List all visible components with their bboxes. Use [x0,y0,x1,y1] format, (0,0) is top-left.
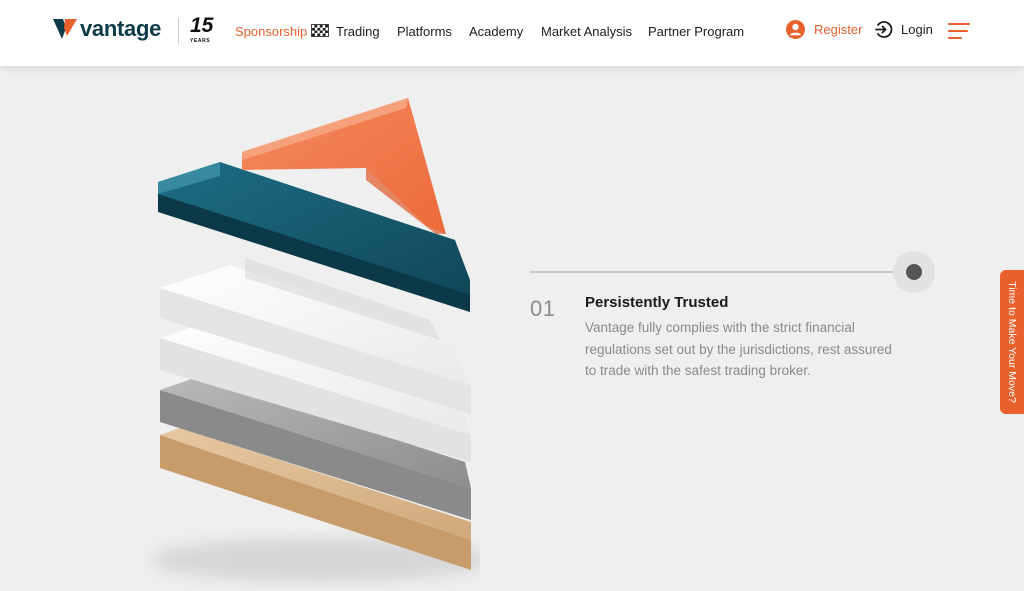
user-circle-icon [786,20,805,39]
feature-description: Vantage fully complies with the strict f… [585,320,892,378]
register-button[interactable]: Register [786,20,862,39]
menu-line [948,37,962,39]
feature-title: Persistently Trusted [585,294,729,311]
nav-partner-program[interactable]: Partner Program [648,24,744,39]
vantage-v-logo-icon [53,19,77,39]
badge-number: 15 [190,14,214,37]
side-tab-label: Time to Make Your Move? [1006,281,1018,403]
logo-divider [178,18,179,44]
anniversary-badge: 15 YEARS [190,14,214,46]
menu-line [948,23,970,25]
hamburger-menu-icon[interactable] [948,22,970,40]
timeline-line [530,271,910,273]
timeline-step-indicator[interactable] [893,251,935,293]
nav-trading[interactable]: Trading [336,24,380,39]
timeline-dot [906,264,922,280]
time-to-move-side-tab[interactable]: Time to Make Your Move? [1000,270,1024,414]
nav-platforms[interactable]: Platforms [397,24,452,39]
layered-v-illustration [150,98,480,582]
login-button[interactable]: Login [874,20,933,39]
step-number: 01 [530,296,556,321]
nav-market-analysis[interactable]: Market Analysis [541,24,632,39]
logo-wordmark: vantage [80,16,162,41]
nav-sponsorship-label: Sponsorship [235,24,308,39]
nav-sponsorship[interactable]: Sponsorship [235,24,330,39]
site-header: vantage 15 YEARS Sponsorship Trading Pla… [0,0,1024,66]
login-arrow-icon [875,21,893,38]
nav-academy[interactable]: Academy [469,24,523,39]
vantage-logo[interactable]: vantage [52,16,161,42]
menu-line [948,30,968,32]
login-label: Login [901,22,933,37]
badge-years-text: YEARS [190,38,211,44]
checkered-flag-icon [311,24,330,37]
register-label: Register [814,22,863,37]
